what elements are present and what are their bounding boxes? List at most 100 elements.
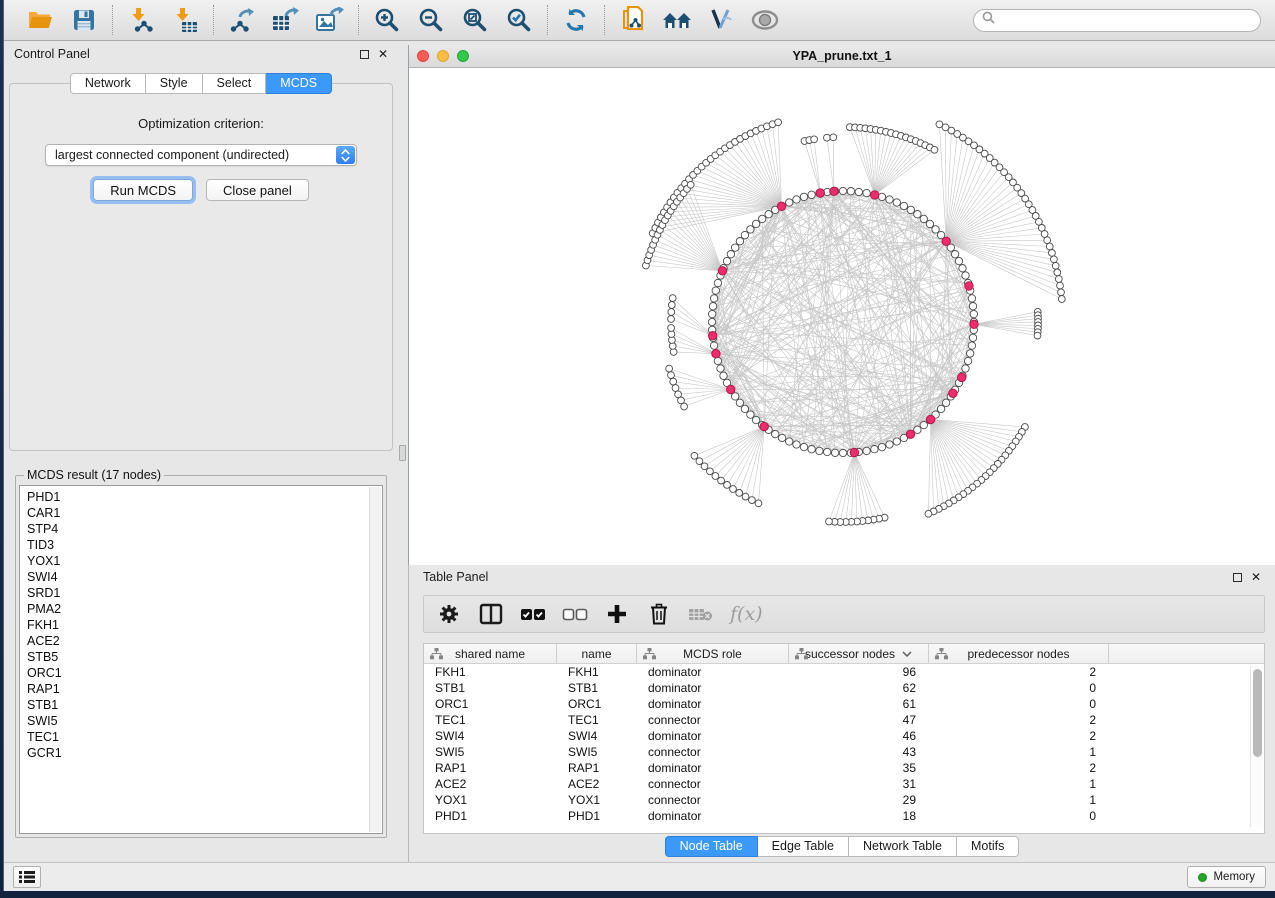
table-panel-tabs: Node TableEdge TableNetwork TableMotifs: [665, 836, 1020, 857]
show-graphics-details-icon[interactable]: [750, 5, 780, 35]
table-tab-network-table[interactable]: Network Table: [849, 836, 957, 857]
import-network-icon[interactable]: [126, 5, 156, 35]
table-row[interactable]: YOX1YOX1connector291: [424, 792, 1264, 808]
add-column-icon[interactable]: [604, 601, 630, 627]
cell-predecessor_nodes: 0: [929, 681, 1109, 695]
column-header-predecessor-nodes[interactable]: predecessor nodes: [929, 644, 1109, 663]
mcds-result-box: MCDS result (17 nodes) PHD1CAR1STP4TID3Y…: [15, 468, 387, 838]
cell-successor_nodes: 46: [789, 729, 929, 743]
share-network-icon[interactable]: [618, 5, 648, 35]
table-panel: Table Panel ✕: [408, 565, 1275, 862]
mcds-result-node[interactable]: SWI4: [27, 569, 382, 585]
mcds-result-node[interactable]: TID3: [27, 537, 382, 553]
tab-select[interactable]: Select: [203, 73, 267, 94]
tab-mcds[interactable]: MCDS: [266, 73, 332, 94]
mcds-result-node[interactable]: STP4: [27, 521, 382, 537]
table-row[interactable]: SWI4SWI4dominator462: [424, 728, 1264, 744]
refresh-icon[interactable]: [561, 5, 591, 35]
optimization-criterion-select[interactable]: largest connected component (undirected): [45, 144, 357, 166]
close-table-panel-icon[interactable]: ✕: [1251, 573, 1261, 582]
table-tab-node-table[interactable]: Node Table: [665, 836, 758, 857]
cell-successor_nodes: 43: [789, 745, 929, 759]
export-image-icon[interactable]: [315, 5, 345, 35]
tab-network[interactable]: Network: [70, 73, 146, 94]
table-settings-icon[interactable]: [436, 601, 462, 627]
export-network-icon[interactable]: [227, 5, 257, 35]
open-file-icon[interactable]: [25, 5, 55, 35]
cell-successor_nodes: 61: [789, 697, 929, 711]
network-window-titlebar[interactable]: YPA_prune.txt_1: [409, 45, 1275, 68]
table-row[interactable]: RAP1RAP1dominator352: [424, 760, 1264, 776]
import-table-icon[interactable]: [170, 5, 200, 35]
delete-column-icon[interactable]: [646, 601, 672, 627]
delete-table-icon[interactable]: [688, 601, 714, 627]
cell-shared_name: STB1: [424, 681, 557, 695]
cell-name: SWI4: [557, 729, 637, 743]
table-tab-motifs[interactable]: Motifs: [957, 836, 1019, 857]
mcds-result-node[interactable]: YOX1: [27, 553, 382, 569]
network-manager-icon[interactable]: [662, 5, 692, 35]
status-bar: Memory: [4, 862, 1275, 891]
table-tab-edge-table[interactable]: Edge Table: [758, 836, 849, 857]
function-builder-icon[interactable]: f(x): [730, 603, 763, 625]
cell-predecessor_nodes: 0: [929, 697, 1109, 711]
mcds-result-node[interactable]: TEC1: [27, 729, 382, 745]
column-header-name[interactable]: name: [557, 644, 637, 663]
table-row[interactable]: ORC1ORC1dominator610: [424, 696, 1264, 712]
mcds-result-node[interactable]: STB1: [27, 697, 382, 713]
table-row[interactable]: STB1STB1dominator620: [424, 680, 1264, 696]
column-selector-icon[interactable]: [478, 601, 504, 627]
cell-predecessor_nodes: 2: [929, 761, 1109, 775]
table-row[interactable]: ACE2ACE2connector311: [424, 776, 1264, 792]
result-list-scrollbar[interactable]: [369, 487, 381, 832]
memory-button[interactable]: Memory: [1187, 866, 1266, 888]
column-header-successor-nodes[interactable]: successor nodes: [789, 644, 929, 663]
zoom-out-icon[interactable]: [416, 5, 446, 35]
splitter-handle-icon[interactable]: [399, 445, 406, 461]
panel-splitter[interactable]: [398, 41, 408, 862]
export-table-icon[interactable]: [271, 5, 301, 35]
float-panel-icon[interactable]: [360, 50, 369, 59]
zoom-fit-icon[interactable]: [460, 5, 490, 35]
mcds-result-node[interactable]: PHD1: [27, 489, 382, 505]
show-task-history-button[interactable]: [13, 866, 41, 888]
column-header-MCDS-role[interactable]: MCDS role: [637, 644, 789, 663]
table-row[interactable]: PHD1PHD1dominator180: [424, 808, 1264, 824]
float-table-panel-icon[interactable]: [1233, 573, 1242, 582]
table-scrollbar-thumb[interactable]: [1253, 669, 1262, 757]
table-row[interactable]: SWI5SWI5connector431: [424, 744, 1264, 760]
mcds-tab-content: Optimization criterion: largest connecte…: [9, 83, 393, 451]
network-view-canvas[interactable]: [409, 68, 1275, 565]
vizmapper-icon[interactable]: [706, 5, 736, 35]
cell-name: YOX1: [557, 793, 637, 807]
cell-name: SWI5: [557, 745, 637, 759]
run-mcds-button[interactable]: Run MCDS: [93, 179, 193, 201]
close-panel-icon[interactable]: ✕: [378, 50, 388, 59]
column-header-shared-name[interactable]: shared name: [424, 644, 557, 663]
table-scrollbar[interactable]: [1250, 666, 1263, 827]
cell-predecessor_nodes: 2: [929, 729, 1109, 743]
table-row[interactable]: TEC1TEC1connector472: [424, 712, 1264, 728]
save-session-icon[interactable]: [69, 5, 99, 35]
close-panel-button[interactable]: Close panel: [206, 179, 309, 201]
search-box[interactable]: [973, 9, 1261, 32]
mcds-result-node[interactable]: STB5: [27, 649, 382, 665]
tab-style[interactable]: Style: [146, 73, 203, 94]
mcds-result-node[interactable]: SWI5: [27, 713, 382, 729]
mcds-result-node[interactable]: GCR1: [27, 745, 382, 761]
search-input[interactable]: [1000, 13, 1252, 27]
mcds-result-node[interactable]: CAR1: [27, 505, 382, 521]
deselect-all-icon[interactable]: [562, 601, 588, 627]
select-all-icon[interactable]: [520, 601, 546, 627]
zoom-selected-icon[interactable]: [504, 5, 534, 35]
mcds-result-node[interactable]: ACE2: [27, 633, 382, 649]
mcds-result-node[interactable]: RAP1: [27, 681, 382, 697]
mcds-result-node[interactable]: FKH1: [27, 617, 382, 633]
control-panel-title: Control Panel: [14, 47, 90, 61]
mcds-result-node[interactable]: PMA2: [27, 601, 382, 617]
mcds-result-list[interactable]: PHD1CAR1STP4TID3YOX1SWI4SRD1PMA2FKH1ACE2…: [19, 485, 383, 834]
table-row[interactable]: FKH1FKH1dominator962: [424, 664, 1264, 680]
mcds-result-node[interactable]: ORC1: [27, 665, 382, 681]
zoom-in-icon[interactable]: [372, 5, 402, 35]
mcds-result-node[interactable]: SRD1: [27, 585, 382, 601]
